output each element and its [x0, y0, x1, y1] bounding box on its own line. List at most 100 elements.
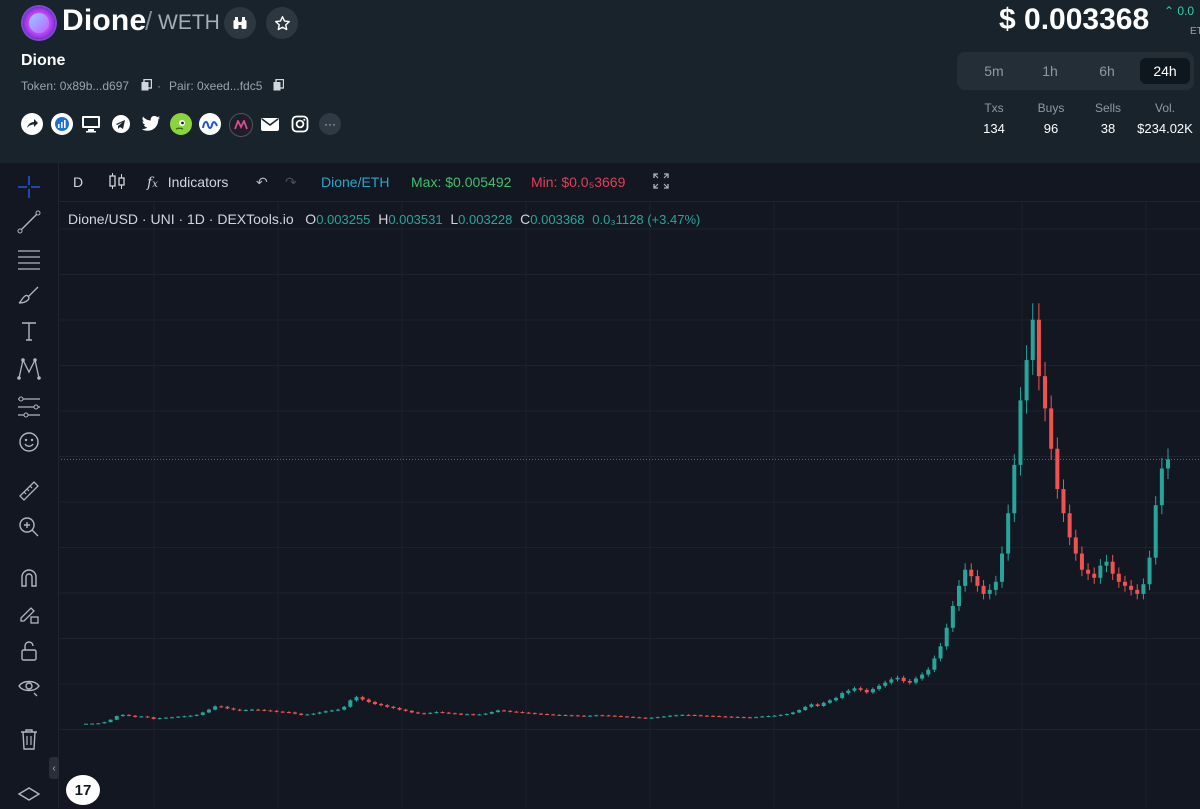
emoji-tool[interactable] [15, 428, 43, 456]
indicators-button[interactable]: fx Indicators [147, 174, 228, 191]
vol-value: $234.02K [1137, 121, 1193, 136]
change-value: 0.0₃1128 (+3.47%) [592, 212, 701, 227]
website-icon[interactable] [80, 113, 102, 135]
timeframe-1h[interactable]: 1h [1030, 58, 1070, 84]
redo-button[interactable]: ↷ [285, 174, 297, 191]
telegram-icon[interactable] [110, 113, 132, 135]
candle-body [329, 710, 334, 712]
candle-body [446, 712, 451, 714]
candle-body [1159, 468, 1164, 506]
undo-button[interactable]: ↶ [256, 174, 268, 191]
candle-body [637, 717, 642, 719]
candle-body [256, 709, 261, 711]
candle-body [698, 715, 703, 717]
candle-body [526, 712, 531, 714]
crosshair-tool[interactable] [15, 173, 43, 201]
favorite-button[interactable] [266, 7, 298, 39]
brush-tool[interactable] [15, 281, 43, 309]
magnet-tool[interactable] [15, 564, 43, 592]
ellipsis-icon: ··· [324, 117, 336, 131]
candle-body [588, 715, 593, 717]
candle-body [280, 711, 285, 713]
layers-icon [17, 787, 41, 801]
candle-body [993, 581, 998, 590]
hide-drawings-tool[interactable] [15, 673, 43, 701]
candle-body [96, 723, 101, 725]
more-links-button[interactable]: ··· [319, 113, 341, 135]
stay-in-drawing-mode-tool[interactable] [15, 600, 43, 628]
candle-body [883, 682, 888, 686]
candle-body [704, 715, 709, 717]
binoculars-button[interactable] [224, 7, 256, 39]
candle-body [711, 715, 716, 717]
sells-label: Sells [1094, 101, 1121, 115]
candle-body [465, 714, 470, 716]
low-value: 0.003228 [458, 212, 513, 227]
candle-body [661, 716, 666, 718]
drawing-toolbar [0, 163, 59, 807]
candle-body [1104, 561, 1109, 566]
candle-body [625, 716, 629, 718]
share-icon[interactable] [21, 113, 43, 135]
candle-body [612, 715, 617, 717]
coingecko-icon[interactable] [170, 113, 192, 135]
pattern-icon [17, 358, 41, 380]
zoom-in-tool[interactable] [15, 513, 43, 541]
candle-body [225, 706, 230, 709]
candle-body [120, 714, 125, 717]
timeframe-5m[interactable]: 5m [974, 58, 1014, 84]
unlock-icon [21, 641, 37, 661]
timeframe-6h[interactable]: 6h [1087, 58, 1127, 84]
copy-pair-icon[interactable] [273, 79, 284, 91]
dapp-icon[interactable] [229, 113, 253, 137]
candle-body [1030, 319, 1035, 361]
token-name: Dione [21, 52, 66, 69]
price-chart[interactable] [58, 201, 1200, 807]
trend-line-icon [17, 210, 41, 234]
fullscreen-button[interactable] [652, 172, 670, 193]
lock-drawings-tool[interactable] [15, 637, 43, 665]
candles-icon [109, 173, 125, 189]
candle-body [84, 723, 88, 725]
text-tool[interactable] [15, 317, 43, 345]
candle-body [551, 714, 556, 716]
candle-body [114, 716, 119, 720]
interval-button[interactable]: D [73, 174, 83, 190]
candle-body [963, 569, 968, 586]
candle-body [133, 715, 138, 717]
chart-type-button[interactable] [108, 171, 126, 194]
candle-body [1147, 557, 1152, 585]
trend-line-tool[interactable] [15, 208, 43, 236]
fib-retracement-tool[interactable] [15, 245, 43, 273]
candle-body [440, 712, 445, 714]
candle-body [538, 713, 543, 715]
timeframe-24h[interactable]: 24h [1140, 58, 1190, 84]
candle-body [403, 709, 408, 711]
candle-body [422, 713, 427, 715]
measure-tool[interactable] [15, 477, 43, 505]
tradingview-logo[interactable]: 17 [66, 775, 100, 805]
pattern-tool[interactable] [15, 355, 43, 383]
toolbar-collapse-button[interactable]: ‹ [49, 757, 59, 779]
dextools-chart-icon[interactable] [51, 113, 73, 135]
candle-body [274, 710, 279, 712]
candle-body [913, 678, 918, 683]
candle-body [723, 716, 728, 718]
email-icon[interactable] [259, 113, 281, 135]
object-tree-tool[interactable] [15, 781, 43, 809]
candle-body [563, 715, 568, 717]
star-icon [274, 15, 290, 30]
remove-drawings-tool[interactable] [15, 725, 43, 753]
candle-body [372, 701, 377, 704]
eye-icon [18, 680, 40, 697]
instagram-icon[interactable] [289, 113, 311, 135]
candle-body [108, 719, 113, 723]
candle-body [1073, 537, 1078, 554]
candle-body [262, 709, 267, 711]
coinmarketcap-icon[interactable] [199, 113, 221, 135]
twitter-icon[interactable] [140, 113, 162, 135]
candle-body [268, 710, 273, 712]
copy-token-icon[interactable] [141, 79, 152, 91]
prediction-tool[interactable] [15, 393, 43, 421]
pair-toggle-link[interactable]: Dione/ETH [321, 174, 389, 190]
